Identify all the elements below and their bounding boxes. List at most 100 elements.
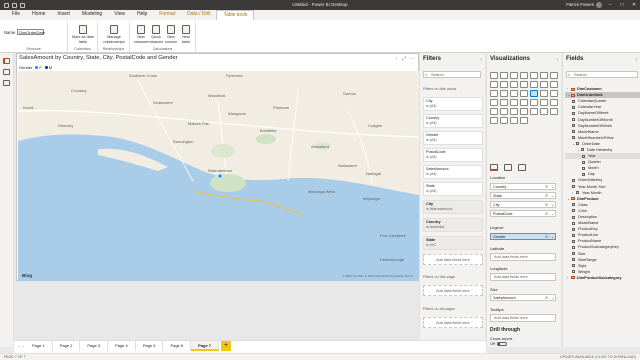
collapse-visualizations-icon[interactable]: › [556, 57, 558, 63]
ribbon-chart-icon[interactable] [530, 81, 538, 88]
filter-card-city[interactable]: City is (All) [423, 97, 483, 111]
line-chart-icon[interactable] [550, 72, 558, 79]
filter-card-gender[interactable]: Gender is (All) [423, 131, 483, 145]
area-chart-icon[interactable] [490, 81, 498, 88]
filters-search-input[interactable]: ⌕ Search [423, 71, 481, 78]
smart-narrative-icon[interactable] [540, 108, 548, 115]
pie-icon[interactable] [500, 90, 508, 97]
remove-icon[interactable]: ✕ [545, 295, 548, 301]
chevron-down-icon[interactable]: ⌄ [551, 193, 554, 199]
longitude-drop-zone[interactable]: Add data fields here [490, 273, 556, 281]
field-checkbox[interactable] [576, 142, 579, 146]
filter-card-country-australia[interactable]: Country is Australia [423, 218, 483, 232]
field-checkbox[interactable] [572, 209, 575, 213]
drill-up-icon[interactable]: ↑ [395, 56, 398, 62]
bing-map[interactable]: Southern Cross Pyrenees Crossley Koroit … [17, 71, 420, 281]
remove-icon[interactable]: ✕ [545, 193, 548, 199]
mark-as-date-table-button[interactable]: Mark as date table [72, 25, 94, 44]
gauge-icon[interactable] [490, 99, 498, 106]
treemap-icon[interactable] [520, 90, 528, 97]
field-checkbox[interactable] [572, 270, 575, 274]
size-field-salesamount[interactable]: SalesAmount ✕ ⌄ [490, 294, 556, 301]
field-checkbox[interactable] [581, 148, 584, 152]
field-checkbox[interactable] [582, 154, 585, 158]
remove-icon[interactable]: ✕ [545, 202, 548, 208]
r-visual-icon[interactable] [490, 108, 498, 115]
funnel-icon[interactable] [550, 81, 558, 88]
chevron-down-icon[interactable]: ⌄ [551, 295, 554, 301]
update-available-link[interactable]: UPDATE AVAILABLE (CLICK TO DOWNLOAD) [560, 354, 636, 360]
tab-file[interactable]: File [6, 10, 26, 20]
field-checkbox[interactable] [572, 99, 575, 103]
filter-card-country[interactable]: Country is (All) [423, 114, 483, 128]
fields-tab-icon[interactable] [490, 164, 498, 171]
chevron-down-icon[interactable]: ⌄ [567, 92, 570, 98]
save-icon[interactable] [4, 2, 9, 8]
field-checkbox[interactable] [572, 118, 575, 122]
stacked-bar-icon[interactable] [490, 72, 498, 79]
field-checkbox[interactable] [572, 105, 575, 109]
line-clustered-icon[interactable] [520, 81, 528, 88]
tab-home[interactable]: Home [26, 10, 51, 20]
page-tab[interactable]: Page 7 [191, 341, 220, 351]
tab-table-tools[interactable]: Table tools [216, 10, 255, 20]
page-tab[interactable]: Page 1 [25, 341, 53, 351]
manage-relationships-button[interactable]: Manage relationships [103, 25, 125, 44]
more-options-icon[interactable]: ⋯ [410, 56, 415, 62]
field-checkbox[interactable] [582, 172, 585, 176]
collapse-filters-icon[interactable]: › [480, 57, 482, 63]
page-tab[interactable]: Page 5 [135, 341, 164, 351]
remove-icon[interactable]: ✕ [545, 234, 548, 240]
multi-row-card-icon[interactable] [510, 99, 518, 106]
visual-filter-drop-zone[interactable]: Add data fields here [423, 254, 483, 265]
field-checkbox[interactable] [572, 227, 575, 231]
tab-insert[interactable]: Insert [51, 10, 76, 20]
remove-icon[interactable]: ✕ [545, 211, 548, 217]
stacked-area-icon[interactable] [500, 81, 508, 88]
field-checkbox[interactable] [576, 191, 579, 195]
scatter-icon[interactable] [490, 90, 498, 97]
line-column-icon[interactable] [510, 81, 518, 88]
field-checkbox[interactable] [572, 130, 575, 134]
filter-card-state[interactable]: State is (All) [423, 182, 483, 196]
redo-icon[interactable] [20, 2, 25, 8]
field-checkbox[interactable] [572, 178, 575, 182]
location-field-country[interactable]: Country ✕ ⌄ [490, 183, 556, 190]
shape-map-icon[interactable] [550, 90, 558, 97]
field-table-row[interactable]: › DimProductSubcategory [565, 275, 640, 281]
chevron-down-icon[interactable]: ⌄ [572, 141, 575, 147]
filter-card-postalcode[interactable]: PostalCode is (All) [423, 148, 483, 162]
field-checkbox[interactable] [572, 239, 575, 243]
fields-search-input[interactable]: ⌕ Search [566, 71, 638, 78]
field-checkbox[interactable] [572, 233, 575, 237]
donut-icon[interactable] [510, 90, 518, 97]
close-icon[interactable]: ✕ [628, 0, 640, 10]
chevron-down-icon[interactable]: ⌄ [551, 234, 554, 240]
all-pages-filter-drop-zone[interactable]: Add data fields here [423, 317, 483, 328]
map-icon[interactable] [530, 90, 538, 97]
page-tab[interactable]: Page 6 [163, 341, 192, 351]
user-name[interactable]: Patrick Powers [566, 0, 594, 10]
paginated-report-icon[interactable] [550, 108, 558, 115]
field-checkbox[interactable] [572, 215, 575, 219]
legend-item-m[interactable]: M [44, 65, 52, 70]
chevron-down-icon[interactable]: ⌄ [551, 211, 554, 217]
undo-icon[interactable] [12, 2, 17, 8]
chevron-right-icon[interactable]: › [572, 190, 575, 196]
page-tab[interactable]: Page 3 [80, 341, 109, 351]
field-checkbox[interactable] [572, 245, 575, 249]
field-checkbox[interactable] [572, 258, 575, 262]
tab-help[interactable]: Help [131, 10, 153, 20]
clustered-bar-icon[interactable] [510, 72, 518, 79]
field-checkbox[interactable] [572, 111, 575, 115]
field-checkbox[interactable] [572, 185, 575, 189]
chevron-down-icon[interactable]: ⌄ [567, 196, 570, 202]
report-view-icon[interactable] [3, 58, 10, 64]
minimize-icon[interactable]: – [604, 0, 616, 10]
tab-view[interactable]: View [108, 10, 131, 20]
clustered-column-icon[interactable] [520, 72, 528, 79]
card-icon[interactable] [500, 99, 508, 106]
field-checkbox[interactable] [572, 203, 575, 207]
field-checkbox[interactable] [572, 252, 575, 256]
maximize-icon[interactable]: □ [616, 0, 628, 10]
